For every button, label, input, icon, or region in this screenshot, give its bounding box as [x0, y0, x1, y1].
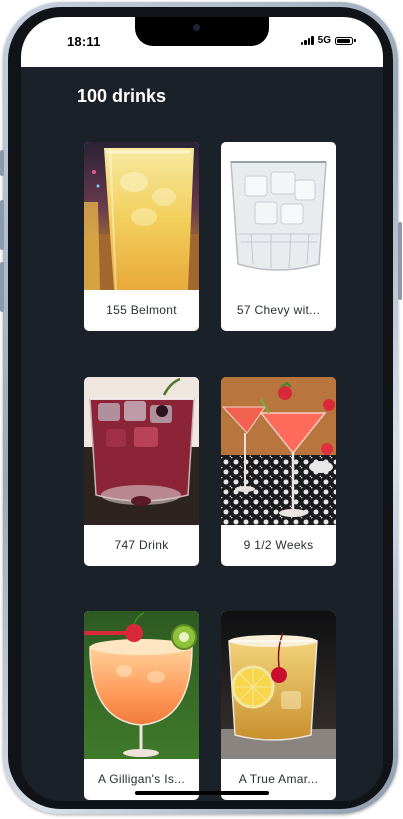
home-indicator[interactable] [135, 791, 269, 795]
notch [135, 17, 269, 46]
drink-name: 9 1/2 Weeks [243, 538, 314, 552]
drink-name: 57 Chevy wit... [236, 303, 321, 317]
drink-card[interactable]: 9 1/2 Weeks [221, 377, 336, 566]
red-rocks-glass-photo [84, 377, 199, 525]
orange-tropical-goblet-photo [84, 611, 199, 759]
signal-icon [300, 36, 314, 45]
drinks-list-screen: 100 drinks 155 Belmont 57 Chevy wit... 7… [21, 67, 383, 801]
drink-card[interactable]: 57 Chevy wit... [221, 142, 336, 331]
drink-name: 747 Drink [114, 538, 169, 552]
mute-switch [0, 150, 4, 176]
camera-icon [193, 24, 200, 31]
clear-ice-glass-photo [221, 142, 336, 290]
page-title: 100 drinks [77, 86, 167, 106]
drink-card[interactable]: A Gilligan's Is... [84, 611, 199, 800]
screen: 18:11 5G 100 drinks 155 Belmont 57 Chevy… [21, 17, 383, 801]
battery-icon [335, 36, 356, 45]
drink-card[interactable]: A True Amar... [221, 611, 336, 800]
battery-fill [337, 38, 350, 43]
status-bar: 18:11 5G [21, 17, 383, 67]
amber-lemon-rocks-photo [221, 611, 336, 759]
status-indicators: 5G [300, 35, 356, 46]
volume-up-button [0, 200, 4, 250]
status-time: 18:11 [67, 34, 101, 49]
yellow-highball-drink-photo [84, 142, 199, 290]
volume-down-button [0, 262, 4, 312]
drink-card[interactable]: 747 Drink [84, 377, 199, 566]
drink-name: 155 Belmont [106, 303, 177, 317]
network-type: 5G [317, 35, 331, 46]
power-button [398, 222, 402, 300]
pink-martini-glasses-photo [221, 377, 336, 525]
drink-card[interactable]: 155 Belmont [84, 142, 199, 331]
